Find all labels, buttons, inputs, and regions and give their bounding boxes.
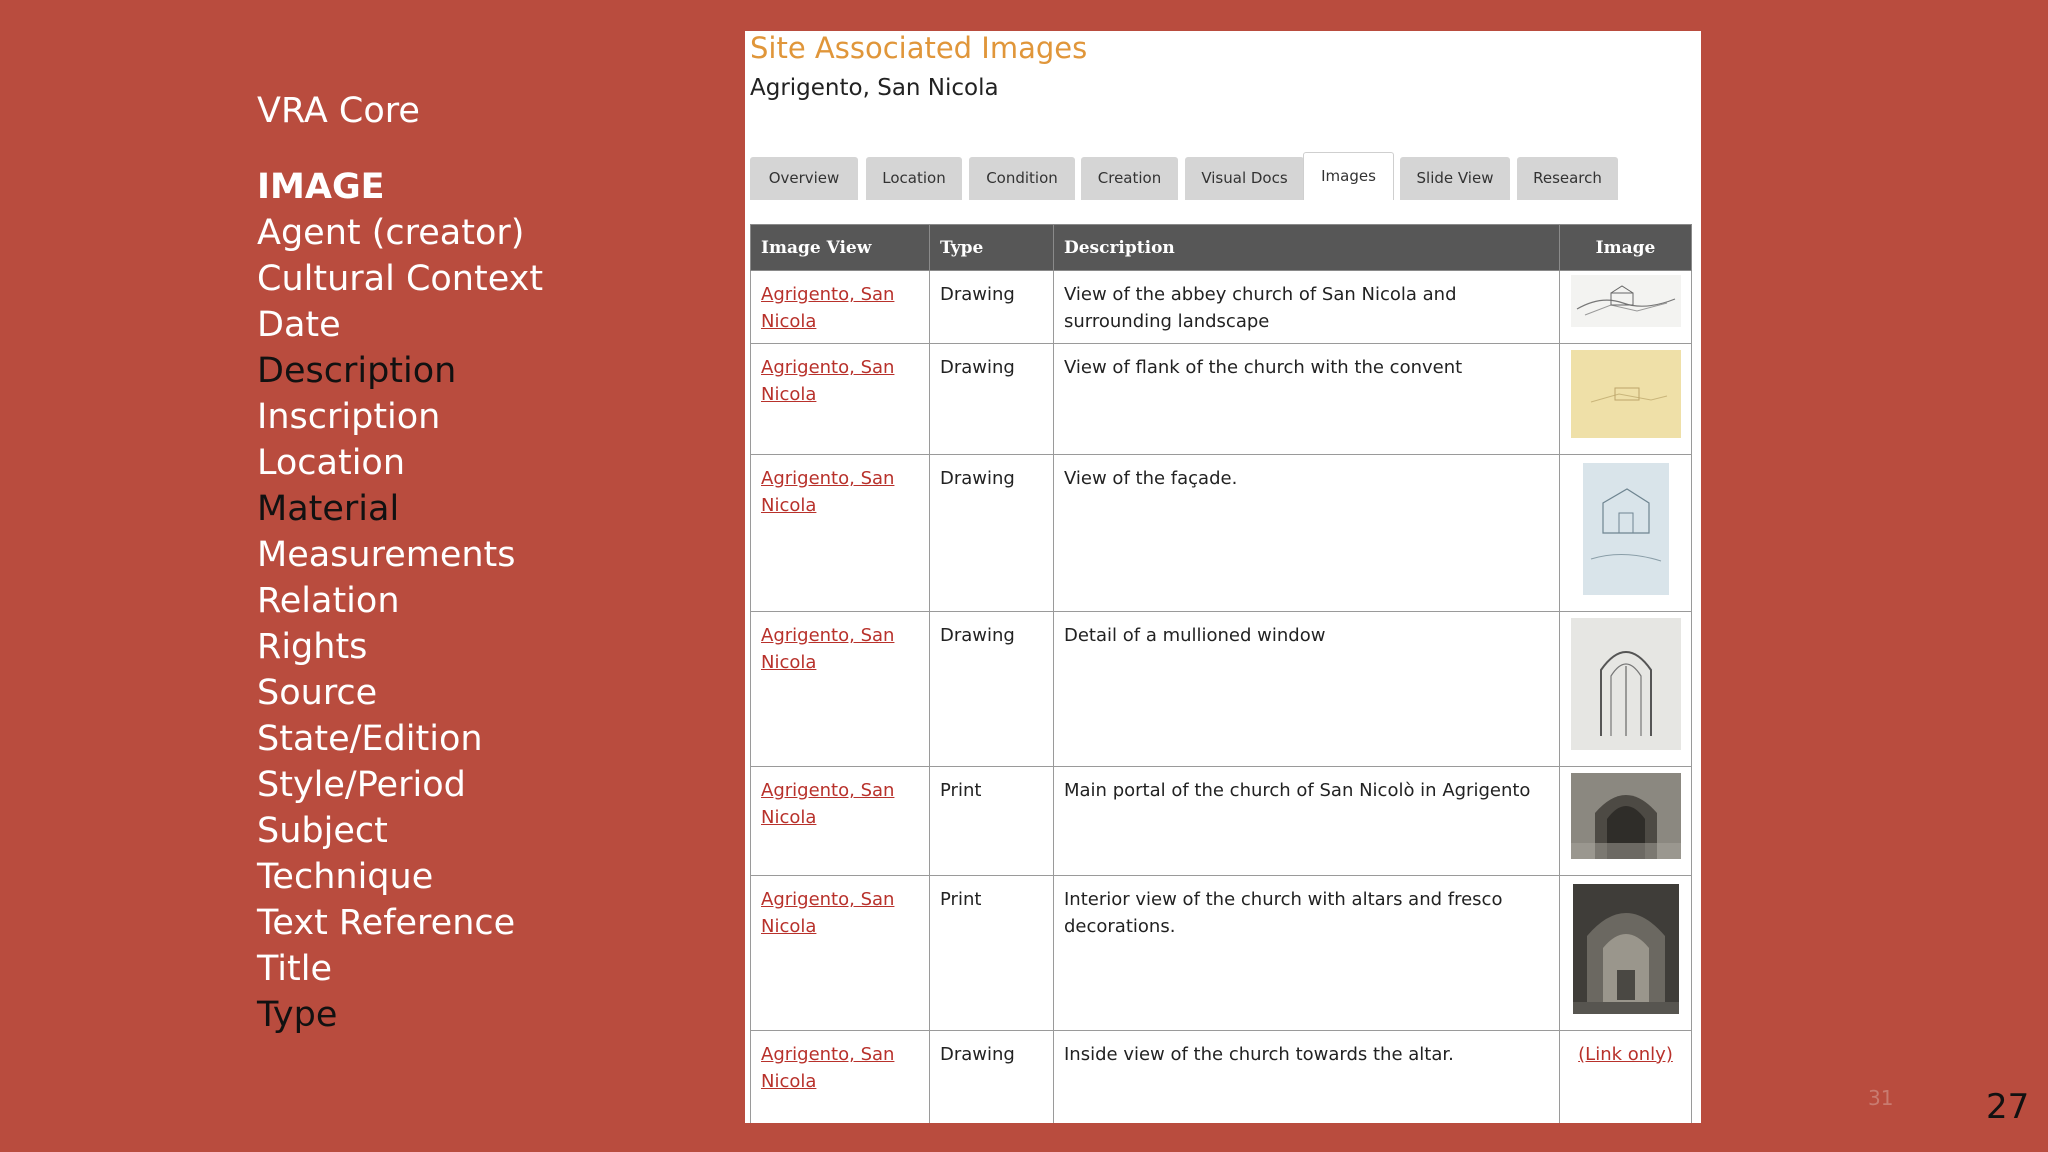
list-item-inscription: Inscription	[257, 397, 441, 437]
tab-research[interactable]: Research	[1517, 157, 1618, 200]
list-item-measurements: Measurements	[257, 535, 516, 575]
list-item-type: Type	[257, 995, 338, 1035]
column-header-description: Description	[1053, 224, 1560, 271]
slide-page-number: 27	[1986, 1087, 2030, 1127]
tab-location[interactable]: Location	[866, 157, 962, 200]
list-item-text-reference: Text Reference	[257, 903, 516, 943]
column-header-type: Type	[929, 224, 1054, 271]
tab-creation[interactable]: Creation	[1081, 157, 1178, 200]
type-cell: Drawing	[929, 343, 1054, 455]
type-cell: Drawing	[929, 611, 1054, 767]
list-item-date: Date	[257, 305, 341, 345]
vra-core-list: VRA Core IMAGE Agent (creator) Cultural …	[257, 88, 543, 1038]
link-only-link[interactable]: (Link only)	[1578, 1041, 1673, 1068]
image-view-link[interactable]: Agrigento, San Nicola	[761, 625, 894, 673]
list-item-subject: Subject	[257, 811, 388, 851]
list-item-state-edition: State/Edition	[257, 719, 483, 759]
list-item-material: Material	[257, 489, 400, 529]
table-header-row: Image View Type Description Image	[750, 224, 1692, 271]
list-item-style-period: Style/Period	[257, 765, 466, 805]
blue-sketch-thumbnail[interactable]	[1582, 463, 1669, 603]
window-drawing-thumbnail[interactable]	[1570, 618, 1681, 758]
table-row: Agrigento, San Nicola Drawing View of fl…	[750, 343, 1692, 455]
tab-images[interactable]: Images	[1303, 152, 1394, 200]
list-item-description: Description	[257, 351, 457, 391]
image-view-link[interactable]: Agrigento, San Nicola	[761, 284, 894, 332]
image-view-link[interactable]: Agrigento, San Nicola	[761, 780, 894, 828]
tab-condition[interactable]: Condition	[969, 157, 1075, 200]
vra-core-heading: VRA Core	[257, 91, 420, 131]
page-subtitle: Agrigento, San Nicola	[750, 75, 999, 101]
table-row: Agrigento, San Nicola Drawing Detail of …	[750, 611, 1692, 767]
list-item-location: Location	[257, 443, 406, 483]
yellowed-drawing-thumbnail[interactable]	[1570, 350, 1681, 446]
list-item-source: Source	[257, 673, 378, 713]
images-table: Image View Type Description Image Agrige…	[750, 224, 1692, 1123]
type-cell: Drawing	[929, 270, 1054, 344]
list-item-agent: Agent (creator)	[257, 213, 525, 253]
description-cell: Inside view of the church towards the al…	[1053, 1030, 1560, 1123]
tab-bar: Overview Location Condition Creation Vis…	[750, 152, 1690, 200]
description-cell: Main portal of the church of San Nicolò …	[1053, 766, 1560, 876]
table-row: Agrigento, San Nicola Drawing View of th…	[750, 270, 1692, 344]
type-cell: Print	[929, 766, 1054, 876]
table-row: Agrigento, San Nicola Print Main portal …	[750, 766, 1692, 876]
table-row: Agrigento, San Nicola Print Interior vie…	[750, 875, 1692, 1031]
column-header-image-view: Image View	[750, 224, 930, 271]
table-row: Agrigento, San Nicola Drawing View of th…	[750, 454, 1692, 612]
type-cell: Print	[929, 875, 1054, 1031]
list-item-technique: Technique	[257, 857, 434, 897]
list-item-cultural-context: Cultural Context	[257, 259, 544, 299]
description-cell: View of flank of the church with the con…	[1053, 343, 1560, 455]
list-item-title: Title	[257, 949, 333, 989]
description-cell: View of the façade.	[1053, 454, 1560, 612]
column-header-image: Image	[1559, 224, 1692, 271]
image-view-link[interactable]: Agrigento, San Nicola	[761, 889, 894, 937]
type-cell: Drawing	[929, 1030, 1054, 1123]
list-item-rights: Rights	[257, 627, 368, 667]
image-view-link[interactable]: Agrigento, San Nicola	[761, 357, 894, 405]
interior-print-thumbnail[interactable]	[1572, 884, 1679, 1022]
table-row: Agrigento, San Nicola Drawing Inside vie…	[750, 1030, 1692, 1123]
sketch-landscape-thumbnail[interactable]	[1570, 275, 1681, 335]
tab-visual-docs[interactable]: Visual Docs	[1185, 157, 1304, 200]
site-images-panel: Site Associated Images Agrigento, San Ni…	[745, 31, 1701, 1123]
page-title: Site Associated Images	[750, 31, 1088, 65]
description-cell: View of the abbey church of San Nicola a…	[1053, 270, 1560, 344]
type-cell: Drawing	[929, 454, 1054, 612]
tab-overview[interactable]: Overview	[750, 157, 858, 200]
description-cell: Detail of a mullioned window	[1053, 611, 1560, 767]
description-cell: Interior view of the church with altars …	[1053, 875, 1560, 1031]
image-view-link[interactable]: Agrigento, San Nicola	[761, 1044, 894, 1092]
image-view-link[interactable]: Agrigento, San Nicola	[761, 468, 894, 516]
portal-print-thumbnail[interactable]	[1570, 773, 1681, 867]
list-item-relation: Relation	[257, 581, 400, 621]
list-item-image: IMAGE	[257, 167, 385, 207]
slide-page-small: 31	[1868, 1086, 1894, 1110]
tab-slide-view[interactable]: Slide View	[1400, 157, 1510, 200]
